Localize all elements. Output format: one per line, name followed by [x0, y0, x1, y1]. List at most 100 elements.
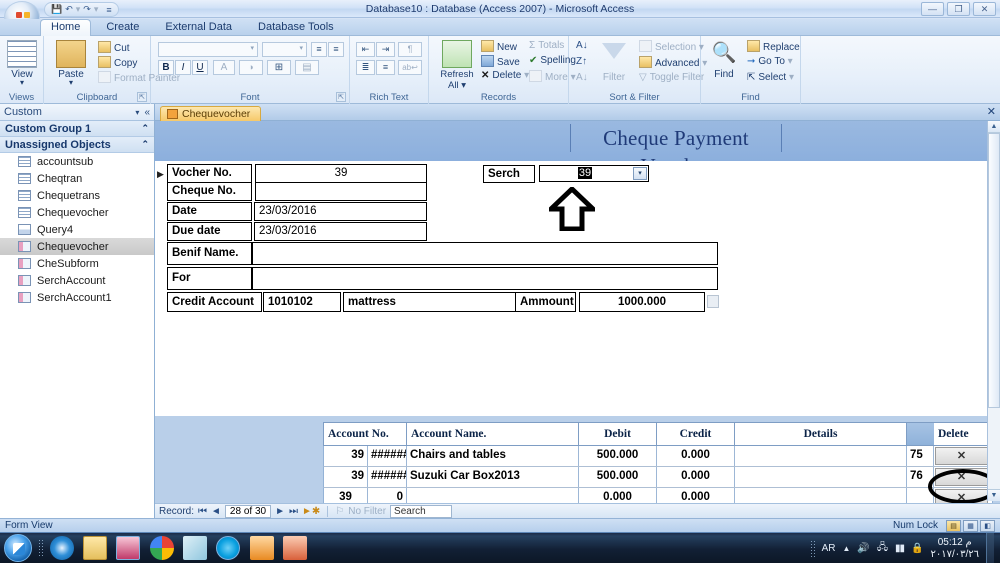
form-scrollbar[interactable]: ▲ ▼: [987, 121, 1000, 501]
cell-credit[interactable]: 0.000: [657, 446, 735, 466]
cell-account-code[interactable]: #######: [368, 446, 407, 466]
font-dialog-launcher[interactable]: ⇱: [336, 92, 346, 102]
table-row[interactable]: 39 ####### Chairs and tables 500.000 0.0…: [323, 446, 993, 467]
design-view-button[interactable]: ◧: [980, 519, 995, 532]
sort-descending-button[interactable]: Z↑: [576, 56, 587, 67]
underline-button[interactable]: U: [192, 60, 208, 75]
field-credit-account-no[interactable]: 1010102: [263, 292, 341, 312]
customize-qat-icon[interactable]: ≡: [106, 5, 111, 15]
delete-row-button[interactable]: ✕: [935, 468, 988, 486]
column-header-details[interactable]: Details: [735, 423, 907, 445]
document-tab-chequevocher[interactable]: Chequevocher: [160, 106, 262, 121]
show-hidden-icons-button[interactable]: ▲: [842, 544, 850, 553]
cell-account-name[interactable]: Suzuki Car Box2013: [407, 467, 579, 487]
signal-icon[interactable]: ▮▮: [895, 543, 905, 554]
paste-dropdown-icon[interactable]: ▾: [48, 79, 94, 87]
find-button[interactable]: 🔍 Find: [704, 40, 744, 80]
nav-item-accountsub[interactable]: accountsub: [0, 153, 154, 170]
save-record-button[interactable]: Save: [481, 55, 520, 68]
field-benif-name[interactable]: [252, 242, 718, 265]
delete-record-button[interactable]: ✕ Delete ▾: [481, 70, 529, 81]
cell-account-no[interactable]: 39: [324, 467, 368, 487]
nav-item-cheqtran[interactable]: Cheqtran: [0, 170, 154, 187]
font-family-select[interactable]: ▾: [158, 42, 258, 57]
navigation-pane-header[interactable]: Custom ▾ «: [0, 104, 154, 121]
new-record-button[interactable]: ►✱: [302, 506, 320, 517]
cell-credit[interactable]: 0.000: [657, 467, 735, 487]
nav-item-query4[interactable]: Query4: [0, 221, 154, 238]
font-color-button[interactable]: A: [213, 60, 235, 75]
select-dropdown-icon[interactable]: ▾: [789, 72, 794, 83]
internet-explorer-icon[interactable]: [50, 536, 74, 560]
cell-account-name[interactable]: Chairs and tables: [407, 446, 579, 466]
align-center-button[interactable]: ≡: [328, 42, 344, 57]
clear-sort-button[interactable]: A↓: [576, 72, 588, 83]
field-due-date[interactable]: 23/03/2016: [254, 222, 427, 241]
previous-record-button[interactable]: ◄: [211, 506, 221, 517]
increase-indent-button[interactable]: ⇥: [376, 42, 395, 57]
network-icon[interactable]: 🖧: [877, 540, 888, 557]
field-ammount[interactable]: 1000.000: [579, 292, 705, 312]
google-chrome-icon[interactable]: [150, 536, 174, 560]
field-cheque-no[interactable]: [255, 182, 427, 201]
scroll-down-button[interactable]: ▼: [988, 489, 1000, 501]
column-header-account-no[interactable]: Account No.: [324, 423, 407, 445]
cell-debit[interactable]: 500.000: [579, 467, 657, 487]
scroll-up-button[interactable]: ▲: [988, 121, 1000, 133]
redo-dropdown-icon[interactable]: ▾: [94, 4, 99, 15]
bold-button[interactable]: B: [158, 60, 174, 75]
chevron-up-icon[interactable]: ⌃: [141, 123, 149, 134]
advanced-button[interactable]: Advanced ▾: [639, 56, 707, 69]
right-to-left-button[interactable]: ¶: [398, 42, 422, 57]
view-button[interactable]: View ▾: [0, 40, 45, 87]
go-to-dropdown-icon[interactable]: ▾: [788, 56, 793, 67]
toolbar-grip[interactable]: [38, 539, 43, 558]
refresh-all-button[interactable]: Refresh All ▾: [435, 40, 479, 91]
tab-home[interactable]: Home: [40, 19, 92, 37]
nav-item-chesubform[interactable]: CheSubform: [0, 255, 154, 272]
skype-icon[interactable]: [216, 536, 240, 560]
chevron-down-icon[interactable]: ▾: [135, 108, 139, 117]
tab-create[interactable]: Create: [95, 19, 150, 36]
start-button[interactable]: [4, 534, 32, 562]
volume-icon[interactable]: 🔊: [857, 543, 869, 554]
restore-button[interactable]: ❐: [947, 2, 970, 16]
form-view-button[interactable]: ▤: [946, 519, 961, 532]
powerpoint-icon[interactable]: [283, 536, 307, 560]
delete-row-button[interactable]: ✕: [935, 447, 988, 465]
cell-debit[interactable]: 500.000: [579, 446, 657, 466]
clock[interactable]: 05:12 م ٢٠١٧/٠٣/٢٦: [930, 537, 979, 561]
column-header-debit[interactable]: Debit: [579, 423, 657, 445]
record-search-input[interactable]: Search: [390, 504, 453, 518]
chevron-down-icon[interactable]: ▾: [633, 167, 647, 180]
scrollbar-thumb[interactable]: [988, 133, 1000, 408]
align-left-button[interactable]: ≡: [311, 42, 327, 57]
new-record-button[interactable]: New: [481, 40, 517, 53]
clipboard-dialog-launcher[interactable]: ⇱: [137, 92, 147, 102]
left-to-right-button[interactable]: ab↩: [398, 60, 422, 75]
field-vocher-no[interactable]: 39: [255, 164, 427, 183]
nav-item-serchaccount[interactable]: SerchAccount: [0, 272, 154, 289]
paste-button[interactable]: Paste ▾: [48, 40, 94, 87]
show-desktop-button[interactable]: [986, 533, 994, 563]
bullets-button[interactable]: ≡: [376, 60, 395, 75]
copy-button[interactable]: Copy: [98, 56, 137, 69]
minimize-button[interactable]: —: [921, 2, 944, 16]
collapse-pane-icon[interactable]: «: [144, 107, 150, 118]
nav-item-serchaccount1[interactable]: SerchAccount1: [0, 289, 154, 306]
nav-item-chequevocher-form[interactable]: Chequevocher: [0, 238, 154, 255]
field-credit-account-name[interactable]: mattress: [343, 292, 521, 312]
column-header-delete[interactable]: Delete: [934, 423, 989, 445]
cell-account-no[interactable]: 39: [324, 446, 368, 466]
sort-ascending-button[interactable]: A↓: [576, 40, 588, 51]
alternate-fill-button[interactable]: ▤: [295, 60, 319, 75]
close-button[interactable]: ✕: [973, 2, 996, 16]
media-player-icon[interactable]: [250, 536, 274, 560]
numbering-button[interactable]: ≣: [356, 60, 375, 75]
font-size-select[interactable]: ▾: [262, 42, 307, 57]
replace-button[interactable]: Replace: [747, 40, 800, 53]
select-button[interactable]: ⇱ Select ▾: [747, 72, 794, 83]
highlight-button[interactable]: ◑: [239, 60, 263, 75]
column-header-credit[interactable]: Credit: [657, 423, 735, 445]
filter-button[interactable]: Filter: [591, 40, 637, 83]
